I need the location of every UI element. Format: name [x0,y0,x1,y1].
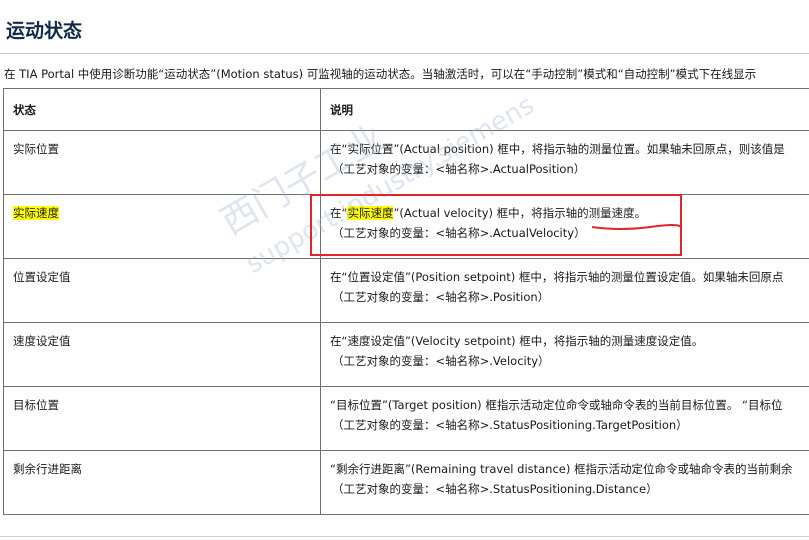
variable-text: （工艺对象的变量：<轴名称>.StatusPositioning.TargetP… [332,418,688,432]
status-cell: 实际位置 [3,130,321,195]
description-text: 在“速度设定值”(Velocity setpoint) 框中，将指示轴的测量速度… [330,334,704,348]
description-text: “剩余行进距离”(Remaining travel distance) 框指示活… [330,462,793,476]
bottom-divider [0,536,809,537]
header-status: 状态 [3,88,321,131]
variable-text: （工艺对象的变量：<轴名称>.Velocity） [332,354,550,368]
intro-paragraph: 在 TIA Portal 中使用诊断功能“运动状态”(Motion status… [4,67,757,81]
table-row: 目标位置 “目标位置”(Target position) 框指示活动定位命令或轴… [3,386,809,451]
status-label: 目标位置 [13,398,59,412]
status-cell: 剩余行进距离 [3,450,321,515]
description-text: “目标位置”(Target position) 框指示活动定位命令或轴命令表的当… [330,398,783,412]
description-cell: “剩余行进距离”(Remaining travel distance) 框指示活… [320,450,809,515]
status-cell: 实际速度 [3,194,321,259]
status-label: 位置设定值 [13,270,71,284]
description-prefix: 在“ [330,206,348,220]
status-label: 剩余行进距离 [13,462,82,476]
variable-text: （工艺对象的变量：<轴名称>.ActualVelocity） [332,226,586,240]
description-text: 在“实际位置”(Actual position) 框中，将指示轴的测量位置。如果… [330,142,785,156]
status-cell: 速度设定值 [3,322,321,387]
table-header-row: 状态 说明 [3,88,809,131]
header-description: 说明 [320,88,809,131]
status-label: 实际位置 [13,142,59,156]
variable-text: （工艺对象的变量：<轴名称>.Position） [332,290,550,304]
description-text: 在“实际速度”(Actual velocity) 框中，将指示轴的测量速度。 [330,205,809,225]
description-cell: “目标位置”(Target position) 框指示活动定位命令或轴命令表的当… [320,386,809,451]
variable-text: （工艺对象的变量：<轴名称>.ActualPosition） [332,162,586,176]
description-suffix: ”(Actual velocity) 框中，将指示轴的测量速度。 [393,206,647,220]
motion-status-table: 状态 说明 实际位置 在“实际位置”(Actual position) 框中，将… [3,88,809,515]
table-row: 速度设定值 在“速度设定值”(Velocity setpoint) 框中，将指示… [3,322,809,387]
description-cell: 在“位置设定值”(Position setpoint) 框中，将指示轴的测量位置… [320,258,809,323]
status-label-highlighted: 实际速度 [13,206,59,220]
table-row: 实际位置 在“实际位置”(Actual position) 框中，将指示轴的测量… [3,130,809,195]
page-title: 运动状态 [6,20,83,42]
description-text: 在“位置设定值”(Position setpoint) 框中，将指示轴的测量位置… [330,270,784,284]
description-cell: 在“速度设定值”(Velocity setpoint) 框中，将指示轴的测量速度… [320,322,809,387]
status-cell: 目标位置 [3,386,321,451]
table-row: 剩余行进距离 “剩余行进距离”(Remaining travel distanc… [3,450,809,515]
title-divider [0,53,809,54]
status-cell: 位置设定值 [3,258,321,323]
table-row: 位置设定值 在“位置设定值”(Position setpoint) 框中，将指示… [3,258,809,323]
variable-text: （工艺对象的变量：<轴名称>.StatusPositioning.Distanc… [332,482,658,496]
document-page: 运动状态 在 TIA Portal 中使用诊断功能“运动状态”(Motion s… [0,0,809,540]
description-highlight: 实际速度 [347,206,394,220]
description-cell: 在“实际位置”(Actual position) 框中，将指示轴的测量位置。如果… [320,130,809,195]
status-label: 速度设定值 [13,334,71,348]
description-cell: 在“实际速度”(Actual velocity) 框中，将指示轴的测量速度。 （… [320,194,809,259]
table-row: 实际速度 在“实际速度”(Actual velocity) 框中，将指示轴的测量… [3,194,809,259]
